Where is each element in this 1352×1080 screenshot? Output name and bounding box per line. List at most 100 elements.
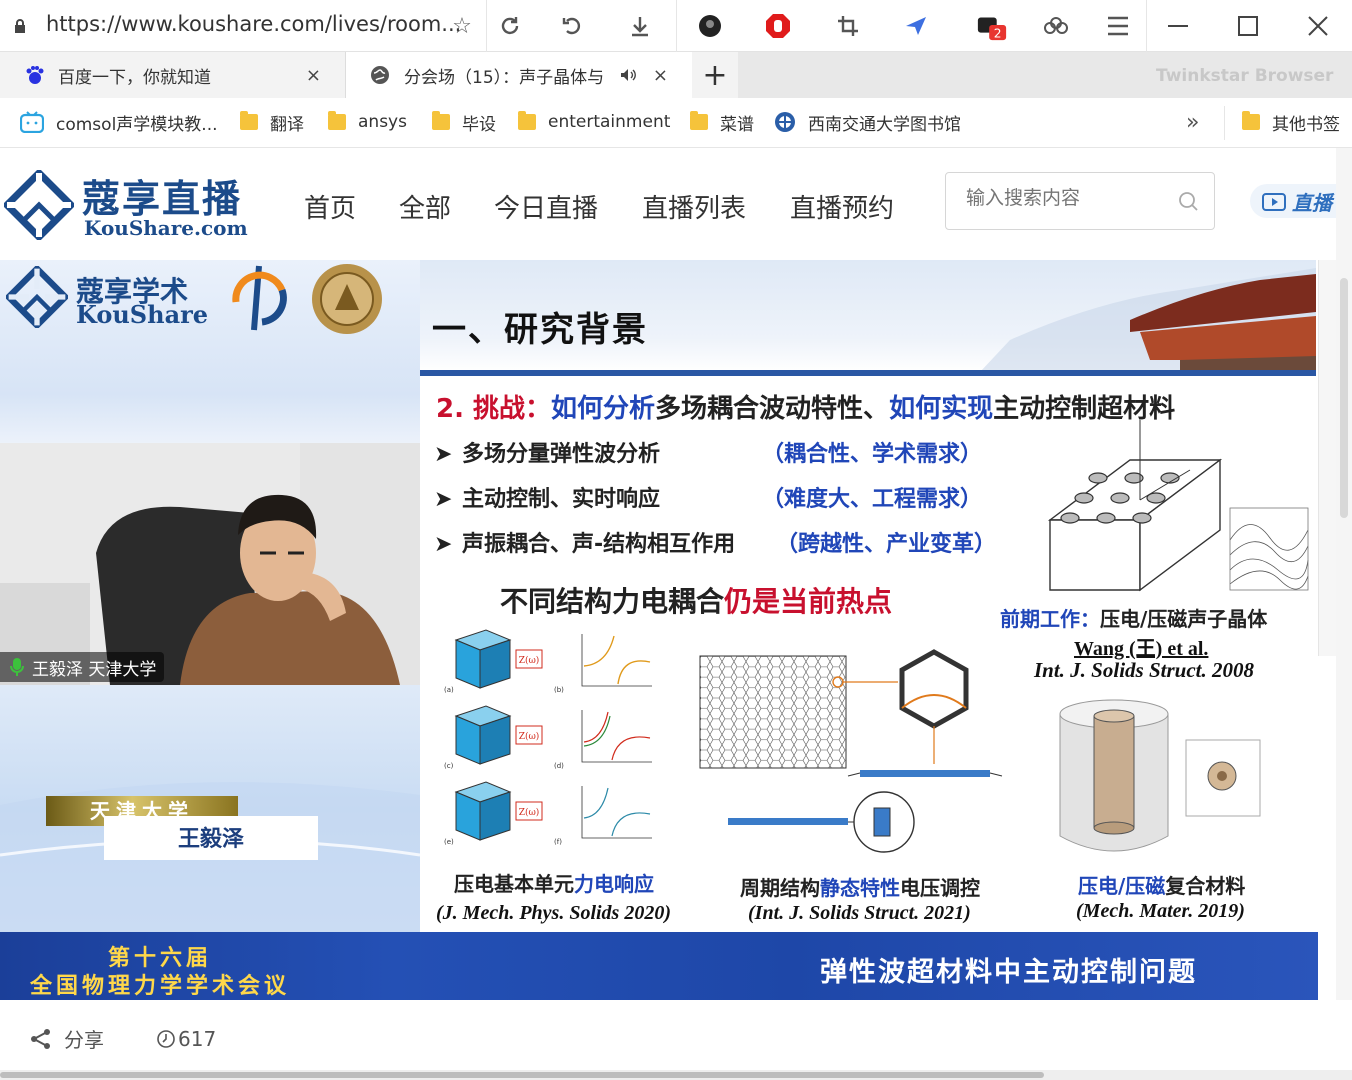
video-footer: 分享 617 (0, 1000, 1352, 1080)
reload-icon[interactable] (494, 10, 526, 42)
bullet-item: ➤ 主动控制、实时响应 (434, 487, 661, 512)
bullet-note: （耦合性、学术需求） (762, 442, 983, 467)
adblock-icon[interactable] (762, 10, 794, 42)
speaker-name: 王毅泽 (104, 816, 318, 860)
other-bookmarks[interactable]: 其他书签 (1242, 110, 1340, 135)
bookmark-folder[interactable]: ansys (328, 110, 407, 134)
tab-title: 百度一下，你就知道 (58, 67, 211, 88)
bookmark-folder[interactable]: 菜谱 (690, 110, 754, 135)
download-icon[interactable] (624, 10, 656, 42)
clock-icon (157, 1030, 175, 1048)
tab-close-icon[interactable]: × (306, 65, 321, 86)
bookmarks-bar: comsol声学模块教... 翻译 ansys 毕设 entertainment… (0, 98, 1352, 148)
video-player[interactable]: 蔻享学术 KouShare 王毅泽 天津大学 天津大学 王毅泽 一、研究背景 2… (0, 260, 1318, 1000)
crop-icon[interactable] (832, 10, 864, 42)
university-emblem-icon (775, 112, 795, 132)
bilibili-tv-icon (20, 111, 44, 133)
prior-work-label: 前期工作：压电/压磁声子晶体 (1000, 607, 1268, 631)
piezo-composite-cylinder-figure (1059, 699, 1261, 852)
svg-text:Z(ω): Z(ω) (519, 731, 540, 742)
bullet-arrow-icon: ➤ (434, 487, 453, 512)
bullet-item: ➤ 声振耦合、声-结构相互作用 (434, 532, 736, 557)
speaker-camera-feed (0, 443, 420, 685)
new-tab-button[interactable]: + (692, 52, 738, 98)
url-text[interactable]: https://www.koushare.com/lives/room... (46, 12, 461, 36)
koushare-academic-logo-icon (6, 266, 68, 328)
bookmark-item[interactable]: 西南交通大学图书馆 (774, 110, 961, 135)
slide-divider (420, 370, 1316, 376)
bookmark-folder[interactable]: 翻译 (240, 110, 304, 135)
svg-text:(b): (b) (554, 686, 564, 694)
folder-icon (432, 111, 450, 130)
svg-text:(f): (f) (554, 838, 562, 846)
hot-topic-line: 不同结构力电耦合仍是当前热点 (500, 585, 893, 618)
slide-title: 一、研究背景 (432, 310, 648, 350)
side-panel-edge (1318, 260, 1336, 656)
tab-koushare[interactable]: 分会场（15）：声子晶体与 × (346, 52, 692, 98)
scrollbar-thumb[interactable] (1340, 278, 1348, 518)
search-input[interactable] (966, 187, 1166, 209)
figure-citation: (J. Mech. Phys. Solids 2020) (436, 902, 671, 924)
share-button[interactable]: 分享 (30, 1024, 104, 1053)
avatar-extension-icon[interactable] (694, 10, 726, 42)
browser-brand: Twinkstar Browser (1156, 66, 1334, 86)
cloud-sync-icon[interactable] (1040, 10, 1072, 42)
microphone-icon (10, 658, 24, 676)
search-box[interactable] (945, 172, 1215, 230)
vertical-scrollbar[interactable] (1336, 148, 1352, 1070)
horizontal-scrollbar[interactable] (0, 1070, 1352, 1080)
folder-icon (690, 111, 708, 130)
nav-live-list[interactable]: 直播列表 (642, 188, 746, 225)
game-extension-icon[interactable]: 2 (976, 10, 1008, 42)
bullet-arrow-icon: ➤ (434, 442, 453, 467)
svg-text:Z(ω): Z(ω) (519, 655, 540, 666)
audio-playing-icon[interactable] (620, 68, 636, 82)
bookmarks-overflow-icon[interactable]: » (1186, 110, 1199, 135)
speaker-panel: 蔻享学术 KouShare 王毅泽 天津大学 天津大学 王毅泽 (0, 260, 420, 932)
live-tv-icon (1262, 193, 1286, 211)
honeycomb-structure-figure (699, 649, 1003, 853)
nav-today-live[interactable]: 今日直播 (494, 188, 598, 225)
nav-live-booking[interactable]: 直播预约 (790, 188, 894, 225)
maximize-icon[interactable] (1232, 10, 1264, 42)
svg-text:(e): (e) (444, 838, 454, 846)
minimize-icon[interactable] (1162, 10, 1194, 42)
figure-citation: (Int. J. Solids Struct. 2021) (748, 902, 971, 924)
bookmark-folder[interactable]: entertainment (518, 110, 670, 134)
tab-title: 分会场（15）：声子晶体与 (404, 67, 605, 88)
nav-all[interactable]: 全部 (399, 188, 451, 225)
bookmark-item[interactable]: comsol声学模块教... (20, 110, 218, 135)
bullet-item: ➤ 多场分量弹性波分析 (434, 442, 661, 467)
tab-strip: 百度一下，你就知道 × 分会场（15）：声子晶体与 × Twinkstar Br… (0, 52, 1352, 98)
close-window-icon[interactable] (1302, 10, 1334, 42)
slide-banner: 一、研究背景 (420, 260, 1316, 372)
bird-extension-icon[interactable] (900, 10, 932, 42)
search-icon[interactable] (1178, 191, 1198, 211)
building-roof-illustration (980, 268, 1316, 372)
tab-baidu[interactable]: 百度一下，你就知道 × (0, 52, 346, 98)
piezo-unit-figure: Z(ω) (a) (b) Z(ω) (c) (d) Z(ω) (e) (f) (444, 629, 652, 846)
figure-caption: 压电基本单元力电响应 (454, 872, 654, 896)
svg-text:(c): (c) (444, 762, 454, 770)
bullet-note: （难度大、工程需求） (762, 487, 983, 512)
scrollbar-thumb[interactable] (0, 1072, 1044, 1078)
menu-icon[interactable] (1102, 10, 1134, 42)
stam-society-logo-icon (232, 265, 287, 331)
lock-icon (15, 19, 25, 33)
nav-home[interactable]: 首页 (304, 188, 356, 225)
globe-icon (371, 66, 389, 84)
svg-text:Z(ω): Z(ω) (519, 807, 540, 818)
svg-text:(d): (d) (554, 762, 564, 770)
folder-icon (518, 111, 536, 130)
site-logo-text[interactable]: 蔻享直播 (82, 168, 242, 223)
star-icon[interactable]: ☆ (446, 10, 478, 42)
undo-icon[interactable] (556, 10, 588, 42)
koushare-logo-icon[interactable] (4, 170, 74, 240)
koushare-academic-en: KouShare (76, 300, 209, 329)
tab-close-icon[interactable]: × (653, 65, 668, 86)
conference-bar: 第十六届 全国物理力学学术会议 弹性波超材料中主动控制问题 (0, 932, 1318, 1000)
svg-text:2: 2 (994, 26, 1002, 40)
bookmark-folder[interactable]: 毕设 (432, 110, 496, 135)
speaker-tag: 王毅泽 天津大学 (0, 652, 165, 682)
site-header: 蔻享直播 KouShare.com 首页 全部 今日直播 直播列表 直播预约 直… (0, 148, 1352, 260)
